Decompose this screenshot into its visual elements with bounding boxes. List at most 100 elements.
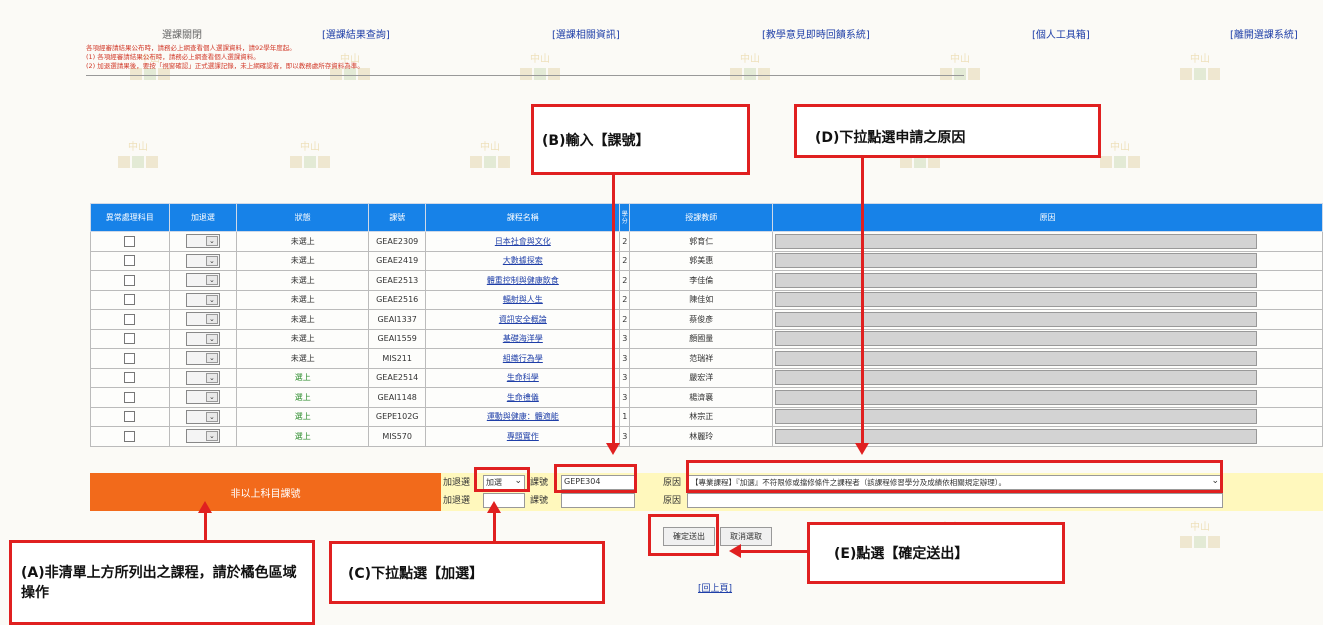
- cancel-button[interactable]: 取消選取: [720, 527, 772, 546]
- exception-checkbox[interactable]: [124, 294, 136, 306]
- exception-checkbox[interactable]: [124, 274, 136, 286]
- exception-checkbox[interactable]: [124, 352, 136, 364]
- reason-cell: [772, 328, 1323, 349]
- course-name-link[interactable]: 生命科學: [507, 373, 539, 382]
- reason-select-2[interactable]: [687, 493, 1223, 508]
- add-drop-row-select[interactable]: ⌄: [185, 429, 220, 444]
- course-code-cell: GEAE2309: [368, 231, 427, 252]
- reason-field[interactable]: [775, 389, 1258, 405]
- course-name-link[interactable]: 組織行為學: [503, 354, 543, 363]
- course-name-link[interactable]: 生命禮儀: [507, 393, 539, 402]
- back-link[interactable]: [回上頁]: [698, 581, 732, 594]
- status-cell: 未選上: [236, 231, 370, 252]
- course-name-link[interactable]: 體重控制與健康飲食: [487, 276, 559, 285]
- add-drop-cell: ⌄: [168, 387, 238, 408]
- exception-cell: [90, 328, 170, 349]
- other-course-area: 非以上科目課號: [90, 473, 441, 511]
- exception-checkbox[interactable]: [124, 313, 136, 325]
- teacher-cell: 林宗正: [629, 406, 774, 427]
- link-feedback-system[interactable]: [教學意見即時回饋系統]: [762, 26, 870, 41]
- other-course-label: 非以上科目課號: [230, 488, 301, 500]
- callout-d-line: [861, 158, 864, 445]
- course-code-cell: GEAE2513: [368, 270, 427, 291]
- teacher-cell: 楊濟襄: [629, 387, 774, 408]
- course-name-link[interactable]: 大數據探索: [503, 256, 543, 265]
- reason-cell: [772, 387, 1323, 408]
- add-drop-row-select[interactable]: ⌄: [185, 409, 220, 424]
- reason-field[interactable]: [775, 272, 1258, 288]
- highlight-submit-button: [648, 514, 719, 556]
- teacher-cell: 蔡俊彥: [629, 309, 774, 330]
- arrow-down-icon: [606, 443, 620, 455]
- exception-checkbox[interactable]: [124, 333, 136, 345]
- exception-cell: [90, 231, 170, 252]
- add-drop-row-select[interactable]: ⌄: [185, 253, 220, 268]
- add-drop-row-select[interactable]: ⌄: [185, 351, 220, 366]
- reason-field[interactable]: [775, 331, 1258, 347]
- course-name-link[interactable]: 資訊安全概論: [499, 315, 547, 324]
- exception-checkbox[interactable]: [124, 391, 136, 403]
- add-drop-row-select[interactable]: ⌄: [185, 370, 220, 385]
- add-drop-row-select[interactable]: ⌄: [185, 234, 220, 249]
- add-drop-row-select[interactable]: ⌄: [185, 331, 220, 346]
- reason-field[interactable]: [775, 311, 1258, 327]
- exception-cell: [90, 367, 170, 388]
- exception-checkbox[interactable]: [124, 411, 136, 423]
- arrow-left-icon: [729, 544, 741, 558]
- reason-cell: [772, 231, 1323, 252]
- table-row: ⌄ 未選上 GEAE2513 體重控制與健康飲食 2 李佳倫: [90, 270, 1323, 291]
- highlight-add-drop-select: [474, 467, 530, 492]
- exception-checkbox[interactable]: [124, 430, 136, 442]
- course-code-cell: MIS570: [368, 426, 427, 447]
- exception-checkbox[interactable]: [124, 235, 136, 247]
- add-drop-row-select[interactable]: ⌄: [185, 312, 220, 327]
- link-course-result[interactable]: [選課結果查詢]: [322, 26, 390, 41]
- add-drop-row-select[interactable]: ⌄: [185, 292, 220, 307]
- course-table: 異常處理科目 加退選 狀態 課號 課程名稱 學分 授課教師 原因 ⌄ 未選上 GEA…: [90, 203, 1323, 447]
- course-code-input-2[interactable]: [561, 493, 635, 508]
- col-header-exception: 異常處理科目: [90, 203, 170, 232]
- course-name-link[interactable]: 專題實作: [507, 432, 539, 441]
- course-name-link[interactable]: 輻射與人生: [503, 295, 543, 304]
- link-toolbox[interactable]: [個人工具箱]: [1032, 26, 1090, 41]
- course-name-link[interactable]: 運動與健康：體適能: [487, 412, 559, 421]
- col-header-reason: 原因: [772, 203, 1323, 232]
- reason-field[interactable]: [775, 233, 1258, 249]
- reason-field[interactable]: [775, 350, 1258, 366]
- add-drop-row-select[interactable]: ⌄: [185, 390, 220, 405]
- credits-cell: 3: [619, 426, 631, 447]
- exception-cell: [90, 406, 170, 427]
- reason-field[interactable]: [775, 370, 1258, 386]
- reason-field[interactable]: [775, 428, 1258, 444]
- course-name-link[interactable]: 日本社會與文化: [495, 237, 551, 246]
- course-code-cell: MIS211: [368, 348, 427, 369]
- reason-field[interactable]: [775, 253, 1258, 269]
- credits-cell: 2: [619, 231, 631, 252]
- exception-cell: [90, 250, 170, 271]
- col-header-status: 狀態: [236, 203, 370, 232]
- course-name-cell: 生命禮儀: [425, 387, 621, 408]
- link-exit-system[interactable]: [離開選課系統]: [1230, 26, 1298, 41]
- course-name-cell: 資訊安全概論: [425, 309, 621, 330]
- table-row: ⌄ 未選上 GEAI1559 基礎海洋學 3 顏國量: [90, 328, 1323, 349]
- course-code-label-2: 課號: [530, 496, 549, 506]
- callout-c-text: (C)下拉點選【加選】: [348, 565, 484, 582]
- add-drop-cell: ⌄: [168, 231, 238, 252]
- exception-checkbox[interactable]: [124, 372, 136, 384]
- exception-cell: [90, 348, 170, 369]
- status-cell: 未選上: [236, 328, 370, 349]
- callout-c: (C)下拉點選【加選】: [329, 541, 605, 604]
- credits-cell: 3: [619, 328, 631, 349]
- add-drop-row-select[interactable]: ⌄: [185, 273, 220, 288]
- reason-field[interactable]: [775, 409, 1258, 425]
- add-drop-cell: ⌄: [168, 289, 238, 310]
- chevron-down-icon: ⌄: [205, 372, 218, 383]
- table-row: ⌄ 選上 GEAI1148 生命禮儀 3 楊濟襄: [90, 387, 1323, 408]
- link-course-info[interactable]: [選課相關資訊]: [552, 26, 620, 41]
- credits-cell: 3: [619, 387, 631, 408]
- exception-checkbox[interactable]: [124, 255, 136, 267]
- callout-b-line: [612, 175, 615, 445]
- credits-cell: 1: [619, 406, 631, 427]
- reason-field[interactable]: [775, 292, 1258, 308]
- course-name-link[interactable]: 基礎海洋學: [503, 334, 543, 343]
